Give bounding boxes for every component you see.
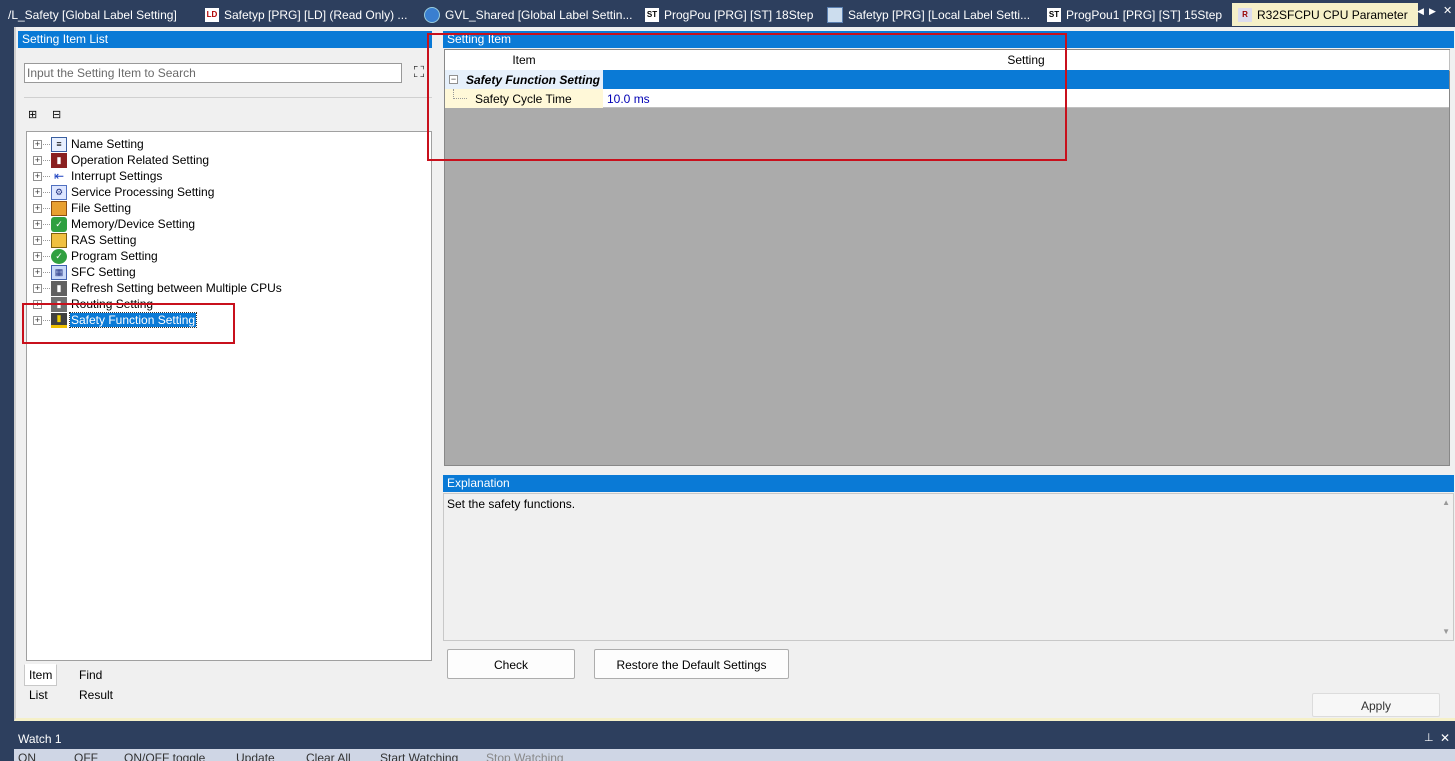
- tab-cpu-parameter[interactable]: R R32SFCPU CPU Parameter ✕: [1232, 3, 1418, 26]
- file-icon: [51, 200, 67, 216]
- tab-find-result[interactable]: Find Result: [74, 664, 118, 702]
- tab-safetyp-local-label[interactable]: Safetyp [PRG] [Local Label Setti...: [827, 3, 1037, 26]
- globe-icon: [424, 6, 440, 23]
- update-button[interactable]: Update: [236, 751, 275, 761]
- tree-label: Service Processing Setting: [71, 185, 215, 199]
- interrupt-icon: ⇤: [53, 169, 65, 183]
- tab-global-label-safety[interactable]: /L_Safety [Global Label Setting]: [8, 3, 198, 26]
- expand-icon[interactable]: +: [33, 235, 42, 245]
- grid-icon: [827, 6, 843, 23]
- parameter-icon: R: [1238, 7, 1252, 22]
- close-icon[interactable]: ✕: [1443, 4, 1452, 17]
- stop-watching-button[interactable]: Stop Watching: [486, 751, 564, 761]
- tree-item-interrupt[interactable]: + ⇤ Interrupt Settings: [33, 168, 163, 184]
- off-button[interactable]: OFF: [74, 751, 98, 761]
- tab-item-list[interactable]: Item List: [24, 664, 58, 702]
- parameter-editor: Setting Item List ⛶ ⊞ ⊟ + ≡ Name Setting…: [14, 27, 1455, 721]
- tree-label: Memory/Device Setting: [71, 217, 196, 231]
- expand-icon[interactable]: +: [33, 283, 42, 293]
- tab-label: Safetyp [PRG] [Local Label Setti...: [848, 7, 1031, 22]
- tree-label: Operation Related Setting: [71, 153, 210, 167]
- scroll-down-icon[interactable]: ▼: [1442, 627, 1450, 636]
- tab-progpou[interactable]: ST ProgPou [PRG] [ST] 18Step: [645, 3, 820, 26]
- tree-item-ras[interactable]: + RAS Setting: [33, 232, 137, 248]
- expand-icon[interactable]: +: [33, 187, 42, 197]
- tab-label: ProgPou [PRG] [ST] 18Step: [664, 7, 814, 22]
- tree-label: Refresh Setting between Multiple CPUs: [71, 281, 282, 295]
- expand-icon[interactable]: +: [33, 219, 42, 229]
- ld-icon: LD: [205, 7, 219, 22]
- tab-safetyp-ld[interactable]: LD Safetyp [PRG] [LD] (Read Only) ...: [205, 3, 415, 26]
- tree-label: SFC Setting: [71, 265, 136, 279]
- pin-icon[interactable]: ⊥: [1424, 731, 1434, 744]
- service-icon: ⚙: [51, 184, 67, 200]
- annotation-box-tree: [22, 303, 235, 344]
- name-setting-icon: ≡: [51, 136, 67, 152]
- tab-label: Safetyp [PRG] [LD] (Read Only) ...: [224, 7, 408, 22]
- setting-item-list-header: Setting Item List: [18, 31, 432, 48]
- check-button[interactable]: Check: [447, 649, 575, 679]
- tree-label: Interrupt Settings: [71, 169, 163, 183]
- program-icon: ✓: [51, 248, 67, 264]
- watch-title: Watch 1: [18, 732, 62, 746]
- on-off-toggle-button[interactable]: ON/OFF toggle: [124, 751, 205, 761]
- sfc-icon: ▦: [51, 264, 67, 280]
- tab-progpou1[interactable]: ST ProgPou1 [PRG] [ST] 15Step: [1047, 3, 1227, 26]
- expand-icon[interactable]: +: [33, 203, 42, 213]
- tree-item-operation[interactable]: + ▮ Operation Related Setting: [33, 152, 210, 168]
- tree-label: Name Setting: [71, 137, 144, 151]
- start-watching-button[interactable]: Start Watching: [380, 751, 458, 761]
- scroll-left-icon[interactable]: ◀: [1417, 6, 1424, 17]
- scroll-up-icon[interactable]: ▲: [1442, 498, 1450, 507]
- tree-item-memory[interactable]: + ✓ Memory/Device Setting: [33, 216, 196, 232]
- restore-default-button[interactable]: Restore the Default Settings: [594, 649, 789, 679]
- memory-icon: ✓: [51, 216, 67, 232]
- expand-icon[interactable]: +: [33, 267, 42, 277]
- expand-icon[interactable]: +: [33, 251, 42, 261]
- st-icon: ST: [645, 7, 659, 22]
- tab-label: GVL_Shared [Global Label Settin...: [445, 7, 633, 22]
- explanation-header: Explanation: [443, 475, 1454, 492]
- setting-item-tree: + ≡ Name Setting + ▮ Operation Related S…: [26, 131, 432, 661]
- annotation-box-grid: [427, 33, 1067, 161]
- tab-label: R32SFCPU CPU Parameter: [1257, 7, 1408, 22]
- tab-gvl-shared[interactable]: GVL_Shared [Global Label Settin...: [424, 3, 639, 26]
- expand-icon[interactable]: +: [33, 139, 42, 149]
- tree-item-sfc[interactable]: + ▦ SFC Setting: [33, 264, 137, 280]
- on-button[interactable]: ON: [18, 751, 36, 761]
- tree-label: Program Setting: [71, 249, 158, 263]
- tree-item-program[interactable]: + ✓ Program Setting: [33, 248, 159, 264]
- tab-label: ProgPou1 [PRG] [ST] 15Step: [1066, 7, 1223, 22]
- tree-item-service[interactable]: + ⚙ Service Processing Setting: [33, 184, 215, 200]
- expand-icon[interactable]: +: [33, 171, 42, 181]
- divider: [24, 97, 432, 98]
- explanation-box: Set the safety functions. ▲ ▼: [443, 493, 1454, 641]
- search-input[interactable]: [24, 63, 402, 83]
- collapse-all-icon[interactable]: ⊟: [52, 108, 68, 124]
- scroll-right-icon[interactable]: ▶: [1429, 6, 1436, 17]
- refresh-icon: ▮: [51, 280, 67, 296]
- tree-item-refresh[interactable]: + ▮ Refresh Setting between Multiple CPU…: [33, 280, 283, 296]
- tree-item-name-setting[interactable]: + ≡ Name Setting: [33, 136, 145, 152]
- explanation-text: Set the safety functions.: [447, 497, 576, 511]
- st-icon: ST: [1047, 7, 1061, 22]
- close-icon[interactable]: ✕: [1440, 731, 1450, 745]
- tree-label: File Setting: [71, 201, 132, 215]
- expand-icon[interactable]: +: [33, 155, 42, 165]
- expand-all-icon[interactable]: ⊞: [28, 108, 44, 124]
- operation-icon: ▮: [51, 152, 67, 168]
- watch-window-header: Watch 1 ⊥ ✕: [14, 729, 1455, 749]
- document-tab-bar: /L_Safety [Global Label Setting] LD Safe…: [0, 0, 1455, 27]
- tree-item-file[interactable]: + File Setting: [33, 200, 132, 216]
- tree-label: RAS Setting: [71, 233, 137, 247]
- tab-label: /L_Safety [Global Label Setting]: [8, 7, 177, 22]
- ras-icon: [51, 232, 67, 248]
- clear-all-button[interactable]: Clear All: [306, 751, 351, 761]
- watch-toolbar: ON OFF ON/OFF toggle Update Clear All St…: [14, 749, 1455, 761]
- apply-button[interactable]: Apply: [1312, 693, 1440, 717]
